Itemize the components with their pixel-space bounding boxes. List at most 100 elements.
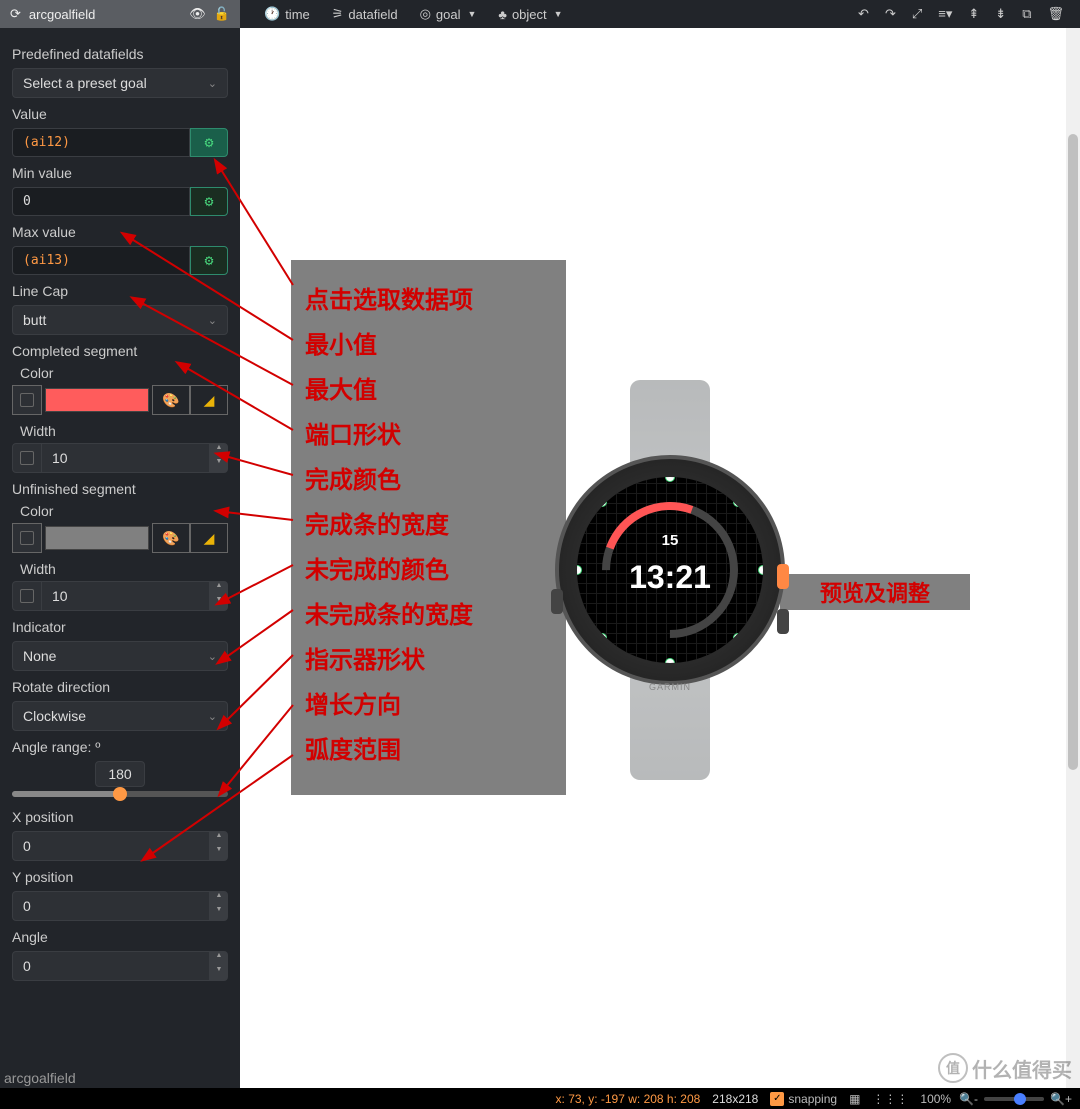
selection-handle[interactable] — [733, 497, 743, 507]
linecap-label: Line Cap — [12, 283, 228, 299]
unfinished-width-label: Width — [20, 561, 228, 577]
grid-dots-icon[interactable]: ⋮⋮⋮ — [872, 1092, 908, 1106]
refresh-icon[interactable]: ⟳ — [10, 6, 21, 22]
zoom-level: 100% — [920, 1092, 951, 1106]
clock-icon: 🕐 — [264, 6, 280, 22]
watermark-icon: 值 — [938, 1053, 968, 1083]
linecap-select[interactable]: butt ⌄ — [12, 305, 228, 335]
completed-width-override-checkbox[interactable] — [12, 443, 42, 473]
menu-time[interactable]: 🕐time — [264, 6, 310, 22]
indicator-label: Indicator — [12, 619, 228, 635]
unfinished-width-stepper[interactable]: ▲▼ — [210, 581, 228, 611]
palette-button[interactable]: 🎨 — [152, 523, 190, 553]
angle-range-slider[interactable] — [12, 791, 228, 797]
y-position-stepper[interactable]: ▲▼ — [210, 891, 228, 921]
annotation-line: 最小值 — [305, 323, 552, 368]
eraser-button[interactable]: ◢ — [190, 523, 228, 553]
max-value-picker-button[interactable]: ⚙ — [190, 246, 228, 275]
bring-front-icon[interactable]: ⇞ — [968, 6, 979, 22]
angle-stepper[interactable]: ▲▼ — [210, 951, 228, 981]
delete-icon[interactable]: 🗑 — [1047, 6, 1064, 22]
unfinished-width-override-checkbox[interactable] — [12, 581, 42, 611]
y-position-input[interactable]: 0 — [12, 891, 210, 921]
watch-button — [551, 589, 563, 614]
eraser-button[interactable]: ◢ — [190, 385, 228, 415]
annotation-preview: 预览及调整 — [780, 574, 970, 610]
zoom-slider[interactable] — [984, 1097, 1044, 1101]
selection-handle[interactable] — [733, 633, 743, 643]
menu-datafield[interactable]: ⚞datafield — [332, 6, 398, 22]
topbar-object-title: ⟳ arcgoalfield 👁 🔓 — [0, 0, 240, 28]
angle-range-value[interactable]: 180 — [95, 761, 145, 787]
chevron-down-icon: ▼ — [467, 9, 476, 19]
unfinished-color-override-checkbox[interactable] — [12, 523, 42, 553]
eye-icon[interactable]: 👁 — [189, 6, 206, 22]
min-value-label: Min value — [12, 165, 228, 181]
annotation-line: 完成条的宽度 — [305, 503, 552, 548]
properties-sidebar: Predefined datafields Select a preset go… — [0, 28, 240, 1088]
min-value-input[interactable]: 0 — [12, 187, 190, 216]
redo-icon[interactable]: ↷ — [885, 6, 896, 22]
preset-goal-select[interactable]: Select a preset goal ⌄ — [12, 68, 228, 98]
lock-icon[interactable]: 🔓 — [214, 6, 230, 22]
annotation-line: 未完成的颜色 — [305, 548, 552, 593]
completed-segment-label: Completed segment — [12, 343, 228, 359]
completed-width-input[interactable]: 10 — [42, 443, 210, 473]
indicator-select[interactable]: None ⌄ — [12, 641, 228, 671]
selection-handle[interactable] — [597, 633, 607, 643]
angle-input[interactable]: 0 — [12, 951, 210, 981]
rotate-direction-select[interactable]: Clockwise ⌄ — [12, 701, 228, 731]
object-icon: ♣ — [498, 7, 507, 22]
selection-handle[interactable] — [597, 497, 607, 507]
unfinished-color-label: Color — [20, 503, 228, 519]
watch-time: 13:21 — [577, 559, 763, 596]
x-position-input[interactable]: 0 — [12, 831, 210, 861]
snapping-label: snapping — [788, 1092, 837, 1106]
datafield-icon: ⚞ — [332, 6, 344, 22]
annotation-line: 弧度范围 — [305, 728, 552, 773]
watermark-text: 什么值得买 — [972, 1054, 1072, 1083]
value-input[interactable]: (ai12) — [12, 128, 190, 157]
align-icon[interactable]: ≡▾ — [938, 6, 952, 22]
watch-preview[interactable]: 15 13:21 GARMIN — [555, 380, 785, 780]
angle-range-label: Angle range: º — [12, 739, 228, 755]
annotation-line: 未完成条的宽度 — [305, 593, 552, 638]
chevron-down-icon: ⌄ — [208, 77, 217, 90]
watch-face[interactable]: 15 13:21 — [577, 477, 763, 663]
status-coords: x: 73, y: -197 w: 208 h: 208 — [556, 1092, 701, 1106]
y-position-label: Y position — [12, 869, 228, 885]
topbar-actions: ↶ ↷ ⤢ ≡▾ ⇞ ⇟ ⧉ 🗑 — [858, 6, 1080, 22]
value-picker-button[interactable]: ⚙ — [190, 128, 228, 157]
grid-toggle-icon[interactable]: ▦ — [849, 1092, 860, 1106]
max-value-input[interactable]: (ai13) — [12, 246, 190, 275]
annotation-line: 最大值 — [305, 368, 552, 413]
rotate-direction-label: Rotate direction — [12, 679, 228, 695]
undo-icon[interactable]: ↶ — [858, 6, 869, 22]
menu-goal[interactable]: ◎goal▼ — [420, 6, 477, 22]
annotation-box: 点击选取数据项 最小值 最大值 端口形状 完成颜色 完成条的宽度 未完成的颜色 … — [291, 260, 566, 795]
menu-object[interactable]: ♣object▼ — [498, 7, 562, 22]
completed-color-override-checkbox[interactable] — [12, 385, 42, 415]
max-value-label: Max value — [12, 224, 228, 240]
copy-icon[interactable]: ⧉ — [1022, 6, 1031, 22]
unfinished-color-swatch[interactable] — [45, 526, 149, 550]
completed-width-stepper[interactable]: ▲▼ — [210, 443, 228, 473]
vertical-scrollbar[interactable] — [1066, 28, 1080, 1088]
snapping-checkbox[interactable]: ✓ — [770, 1092, 784, 1106]
expand-icon[interactable]: ⤢ — [912, 6, 922, 22]
palette-button[interactable]: 🎨 — [152, 385, 190, 415]
min-value-picker-button[interactable]: ⚙ — [190, 187, 228, 216]
selection-handle[interactable] — [665, 658, 675, 663]
selection-handle[interactable] — [758, 565, 763, 575]
x-position-stepper[interactable]: ▲▼ — [210, 831, 228, 861]
completed-color-swatch[interactable] — [45, 388, 149, 412]
chevron-down-icon: ⌄ — [208, 650, 217, 663]
goal-icon: ◎ — [420, 6, 431, 22]
zoom-out-icon[interactable]: 🔍- — [959, 1092, 978, 1106]
value-label: Value — [12, 106, 228, 122]
zoom-in-icon[interactable]: 🔍+ — [1050, 1092, 1072, 1106]
watch-date: 15 — [577, 532, 763, 549]
unfinished-width-input[interactable]: 10 — [42, 581, 210, 611]
send-back-icon[interactable]: ⇟ — [995, 6, 1006, 22]
x-position-label: X position — [12, 809, 228, 825]
